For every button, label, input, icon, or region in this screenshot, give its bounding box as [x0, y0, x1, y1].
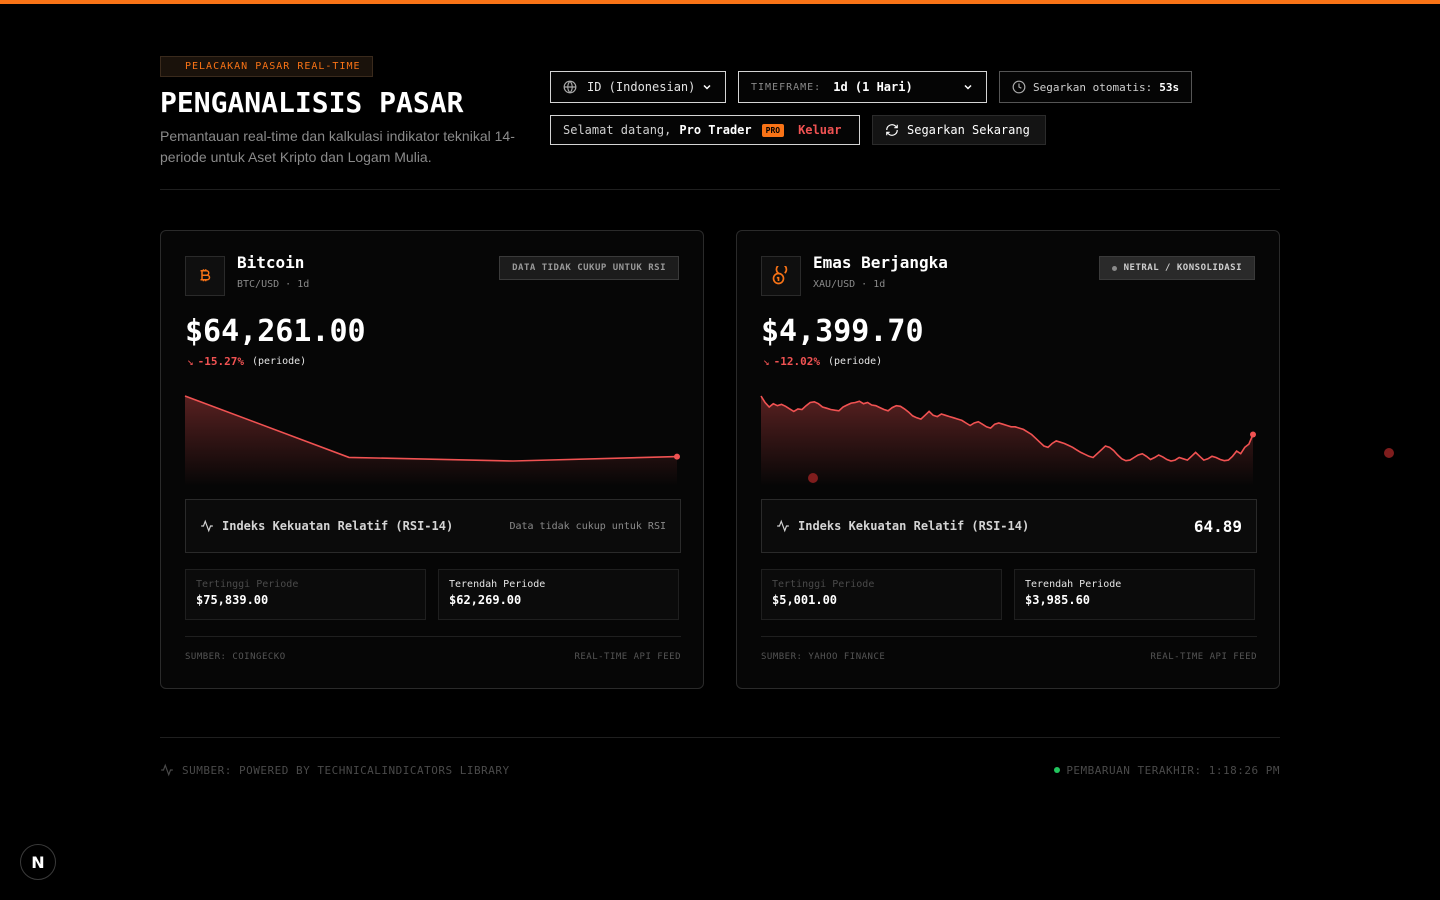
page-title: PENGANALISIS PASAR: [160, 86, 464, 119]
period-low-label: Terendah Periode: [449, 579, 546, 590]
globe-icon: [563, 80, 577, 94]
status-dot: [1111, 265, 1117, 271]
rsi-value: Data tidak cukup untuk RSI: [509, 520, 666, 532]
refresh-now-label: Segarkan Sekarang: [907, 123, 1030, 137]
asset-name: Emas Berjangka: [813, 253, 948, 272]
pro-badge: PRO: [761, 123, 785, 137]
period-low-value: $62,269.00: [449, 593, 522, 607]
asset-card-gold: Emas Berjangka XAU/USD · 1d NETRAL / KON…: [736, 230, 1280, 689]
asset-card-bitcoin: Bitcoin BTC/USD · 1d DATA TIDAK CUKUP UN…: [160, 230, 704, 689]
rsi-status-badge: DATA TIDAK CUKUP UNTUK RSI: [499, 256, 679, 280]
card-footer: SUMBER: COINGECKO REAL-TIME API FEED: [185, 636, 681, 662]
decorative-dot: [808, 473, 818, 483]
change-note: (periode): [251, 356, 307, 367]
rsi-label: Indeks Kekuatan Relatif (RSI-14): [798, 519, 1030, 533]
rsi-panel: Indeks Kekuatan Relatif (RSI-14) Data ti…: [185, 499, 681, 553]
trend-down-icon: ↘: [763, 355, 770, 368]
period-low: Terendah Periode $3,985.60: [1014, 569, 1255, 620]
last-updated: PEMBARUAN TERAKHIR: 1:18:26 PM: [1066, 763, 1280, 777]
timeframe-value: 1d (1 Hari): [833, 80, 913, 94]
period-high-value: $75,839.00: [196, 593, 269, 607]
asset-price: $64,261.00: [185, 314, 366, 349]
auto-refresh-label: Segarkan otomatis:: [1033, 80, 1153, 94]
chevron-down-icon: [703, 84, 711, 90]
language-select[interactable]: ID (Indonesian): [550, 71, 726, 103]
feed-type: REAL-TIME API FEED: [574, 652, 681, 662]
data-source: SUMBER: COINGECKO: [185, 652, 286, 662]
period-low-value: $3,985.60: [1025, 593, 1091, 607]
user-name: Pro Trader: [679, 123, 752, 137]
decorative-dot: [1384, 448, 1394, 458]
asset-price: $4,399.70: [761, 314, 924, 349]
gold-coins-icon: [761, 256, 801, 296]
period-high-value: $5,001.00: [772, 593, 838, 607]
period-high-label: Tertinggi Periode: [196, 579, 299, 590]
page-footer: SUMBER: POWERED BY TECHNICALINDICATORS L…: [160, 737, 1280, 777]
timeframe-select[interactable]: TIMEFRAME: 1d (1 Hari): [738, 71, 987, 103]
trend-down-icon: ↘: [187, 355, 194, 368]
auto-refresh-indicator: Segarkan otomatis: 53s: [999, 71, 1192, 103]
activity-icon: [161, 763, 173, 777]
nextjs-dev-badge[interactable]: N: [20, 844, 56, 880]
trend-status-badge: NETRAL / KONSOLIDASI: [1098, 256, 1255, 280]
trend-status-text: NETRAL / KONSOLIDASI: [1123, 263, 1242, 273]
header-tag: PELACAKAN PASAR REAL-TIME: [160, 56, 373, 77]
price-change: ↘ -12.02% (periode): [763, 355, 882, 368]
feed-type: REAL-TIME API FEED: [1150, 652, 1257, 662]
chevron-down-icon: [964, 84, 972, 90]
live-status-dot: [1054, 767, 1061, 773]
change-percent: -15.27%: [197, 355, 244, 368]
refresh-now-button[interactable]: Segarkan Sekarang: [872, 115, 1046, 145]
top-accent-bar: [0, 0, 1440, 4]
bitcoin-icon: [185, 256, 225, 296]
chart-last-point: [1250, 431, 1256, 438]
asset-name: Bitcoin: [237, 253, 305, 272]
timeframe-label: TIMEFRAME:: [751, 81, 822, 93]
user-panel: Selamat datang, Pro Trader PRO Keluar: [550, 115, 860, 145]
refresh-icon: [886, 124, 898, 136]
activity-icon: [201, 519, 213, 533]
activity-icon: [777, 519, 789, 533]
asset-pair: XAU/USD · 1d: [813, 279, 886, 290]
footer-source: SUMBER: POWERED BY TECHNICALINDICATORS L…: [182, 763, 510, 777]
chart-last-point: [674, 453, 680, 460]
data-source: SUMBER: YAHOO FINANCE: [761, 652, 886, 662]
price-change: ↘ -15.27% (periode): [187, 355, 306, 368]
language-value: ID (Indonesian): [587, 80, 696, 94]
page-subtitle: Pemantauan real-time dan kalkulasi indik…: [160, 128, 515, 165]
change-note: (periode): [827, 356, 883, 367]
clock-icon: [1012, 80, 1026, 94]
logout-button[interactable]: Keluar: [798, 123, 841, 137]
period-high-label: Tertinggi Periode: [772, 579, 875, 590]
price-chart: [760, 395, 1256, 486]
period-high: Tertinggi Periode $75,839.00: [185, 569, 426, 620]
welcome-text: Selamat datang,: [563, 123, 672, 137]
asset-pair: BTC/USD · 1d: [237, 279, 310, 290]
rsi-label: Indeks Kekuatan Relatif (RSI-14): [222, 519, 454, 533]
chart-area: [185, 396, 677, 486]
rsi-panel: Indeks Kekuatan Relatif (RSI-14) 64.89: [761, 499, 1257, 553]
period-high: Tertinggi Periode $5,001.00: [761, 569, 1002, 620]
rsi-value: 64.89: [1193, 516, 1242, 536]
period-low-label: Terendah Periode: [1025, 579, 1122, 590]
period-low: Terendah Periode $62,269.00: [438, 569, 679, 620]
price-chart: [184, 395, 680, 486]
auto-refresh-value: 53s: [1159, 80, 1180, 94]
change-percent: -12.02%: [773, 355, 820, 368]
card-footer: SUMBER: YAHOO FINANCE REAL-TIME API FEED: [761, 636, 1257, 662]
